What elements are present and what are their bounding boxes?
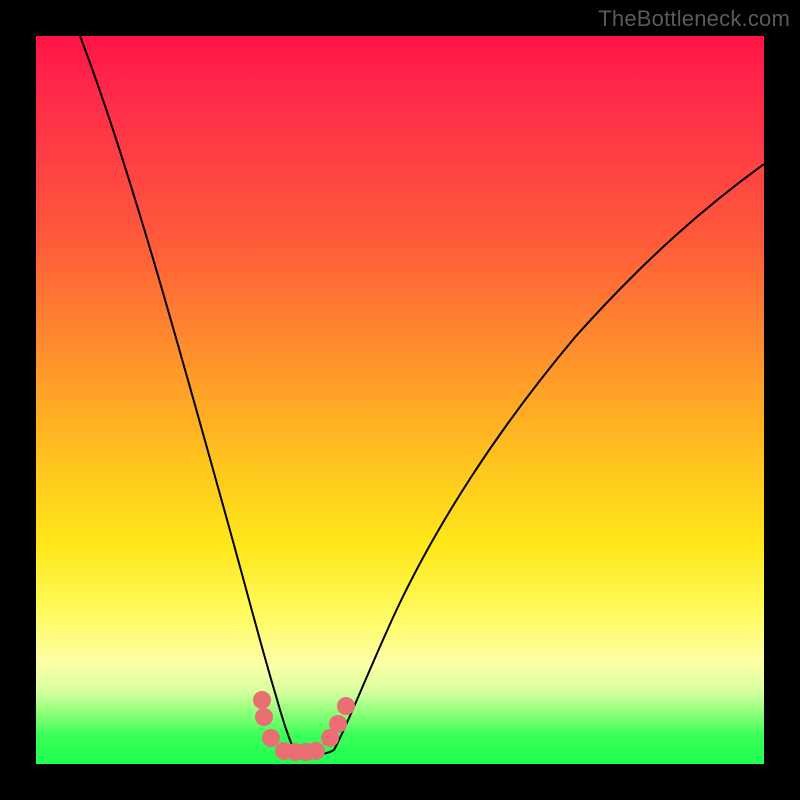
outer-frame: TheBottleneck.com — [0, 0, 800, 800]
bottleneck-curve — [36, 36, 764, 764]
plot-area — [36, 36, 764, 764]
curve-right-branch — [334, 164, 764, 750]
valley-dots — [253, 691, 355, 761]
curve-left-branch — [80, 36, 294, 750]
watermark-text: TheBottleneck.com — [598, 6, 790, 32]
